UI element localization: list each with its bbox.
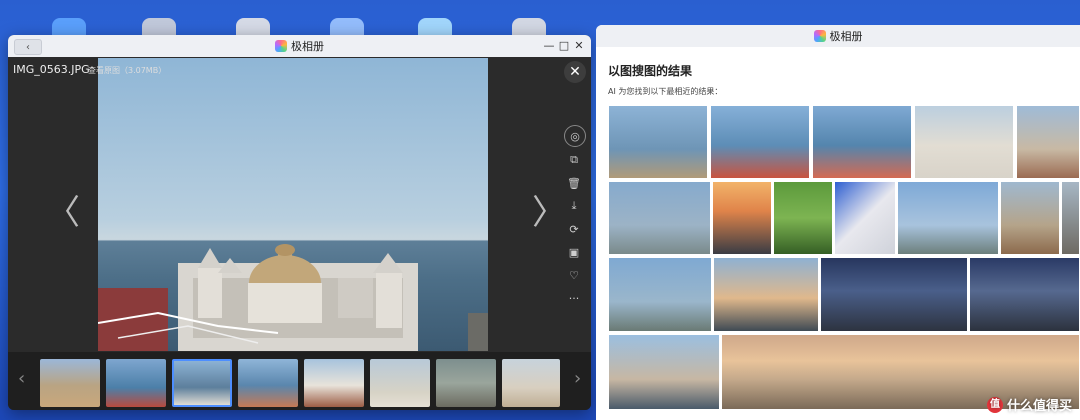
result-image[interactable] xyxy=(712,181,772,255)
titlebar: 极相册 xyxy=(596,25,1080,47)
thumbnail[interactable] xyxy=(370,359,430,407)
photo-viewer-window: ‹ 极相册 — □ ✕ IMG_0563.JPG 查看原图（3.07MB） ✕ … xyxy=(8,35,591,410)
app-logo-icon xyxy=(813,30,826,42)
results-heading: 以图搜图的结果 xyxy=(608,64,693,78)
window-title-text: 极相册 xyxy=(291,40,324,53)
result-image[interactable] xyxy=(897,181,999,255)
maximize-button[interactable]: □ xyxy=(557,39,571,52)
window-title-text: 极相册 xyxy=(829,30,863,43)
info-icon[interactable]: ▣ xyxy=(564,242,584,262)
share-icon[interactable]: ⧉ xyxy=(564,150,584,170)
search-results-window: 极相册 以图搜图的结果 AI 为您找到以下最相近的结果： xyxy=(596,25,1080,420)
result-image[interactable] xyxy=(710,105,810,179)
watermark-badge: 值 xyxy=(986,396,1003,413)
trash-icon[interactable]: 🗑 xyxy=(564,173,584,193)
thumbnail-selected[interactable] xyxy=(172,359,232,407)
result-image[interactable] xyxy=(773,181,833,255)
window-title: 极相册 xyxy=(596,28,1080,44)
watermark-text: 什么值得买 xyxy=(1006,399,1072,414)
search-image-icon[interactable]: ◎ xyxy=(564,125,586,147)
result-image[interactable] xyxy=(608,257,712,332)
result-image[interactable] xyxy=(1061,181,1080,255)
thumbnail[interactable] xyxy=(238,359,298,407)
thumbnail[interactable] xyxy=(106,359,166,407)
minimize-button[interactable]: — xyxy=(542,39,556,52)
result-image[interactable] xyxy=(812,105,912,179)
result-image[interactable] xyxy=(1000,181,1060,255)
download-icon[interactable]: ⤓ xyxy=(564,196,584,216)
close-viewer-button[interactable]: ✕ xyxy=(564,61,586,83)
watermark: 值 什么值得买 xyxy=(986,395,1072,414)
more-icon[interactable]: ··· xyxy=(564,288,584,308)
result-image[interactable] xyxy=(608,181,711,255)
result-image[interactable] xyxy=(969,257,1080,332)
thumbnail[interactable] xyxy=(40,359,100,407)
result-image[interactable] xyxy=(820,257,968,332)
heart-icon[interactable]: ♡ xyxy=(564,265,584,285)
titlebar: ‹ 极相册 — □ ✕ xyxy=(8,35,591,57)
filmstrip-next-button[interactable]: › xyxy=(574,368,581,389)
thumbnail[interactable] xyxy=(304,359,364,407)
next-photo-button[interactable]: 〉 xyxy=(532,185,566,234)
results-subtitle: AI 为您找到以下最相近的结果： xyxy=(608,87,723,96)
close-window-button[interactable]: ✕ xyxy=(572,39,586,52)
result-image[interactable] xyxy=(834,181,896,255)
thumbnail[interactable] xyxy=(436,359,496,407)
photo-toolbar: ◎ ⧉ 🗑 ⤓ ⟳ ▣ ♡ ··· xyxy=(564,125,586,311)
filmstrip-prev-button[interactable]: ‹ xyxy=(18,368,25,389)
app-logo-icon xyxy=(275,40,287,52)
rotate-icon[interactable]: ⟳ xyxy=(564,219,584,239)
view-original-link[interactable]: 查看原图（3.07MB） xyxy=(88,65,166,76)
main-photo xyxy=(98,58,488,351)
result-image[interactable] xyxy=(1016,105,1080,179)
prev-photo-button[interactable]: 〈 xyxy=(46,185,80,234)
filmstrip: ‹ › xyxy=(8,352,591,410)
result-image[interactable] xyxy=(914,105,1014,179)
result-image[interactable] xyxy=(608,105,708,179)
file-name: IMG_0563.JPG xyxy=(13,63,90,76)
thumbnail[interactable] xyxy=(502,359,560,407)
result-image[interactable] xyxy=(713,257,819,332)
result-image[interactable] xyxy=(608,334,720,410)
window-title: 极相册 xyxy=(8,38,591,54)
photo-scene xyxy=(98,244,488,351)
